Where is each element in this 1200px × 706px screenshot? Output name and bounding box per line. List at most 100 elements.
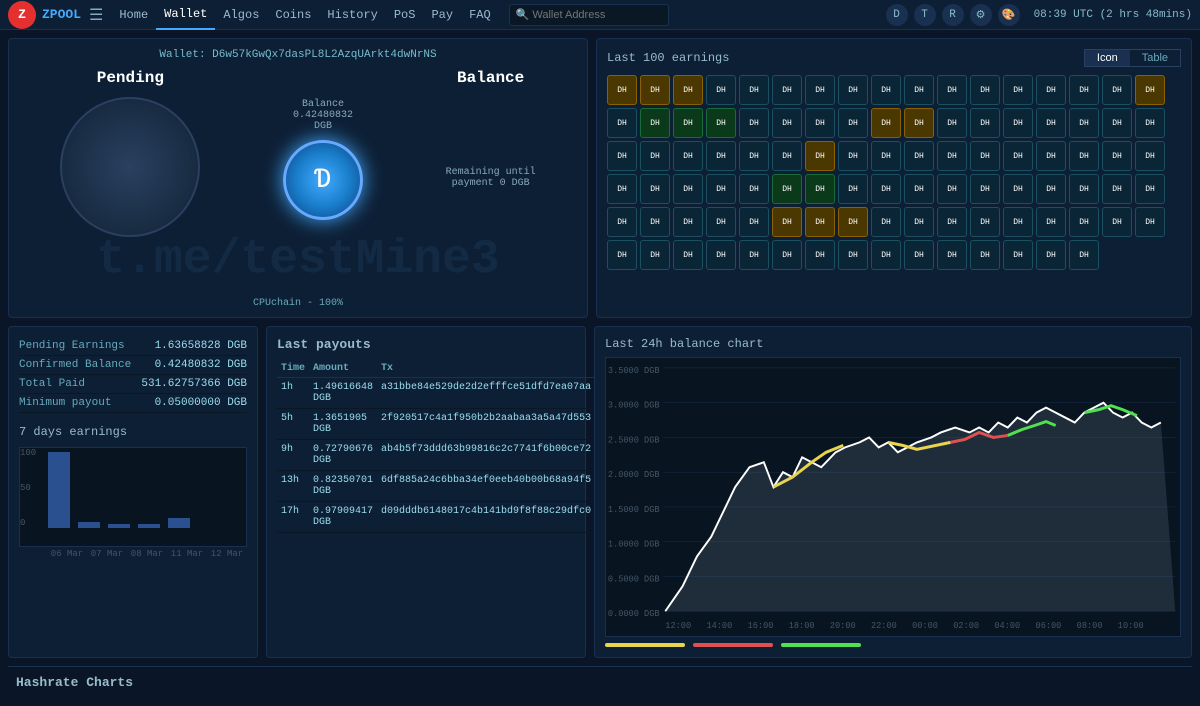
earning-cell: DH: [1003, 108, 1033, 138]
hashrate-section: Hashrate Charts: [8, 666, 1192, 698]
earning-cell: DH: [1069, 141, 1099, 171]
payout-row: 13h 0.82350701 DGB 6df885a24c6bba34ef0ee…: [277, 471, 595, 502]
earning-cell: DH: [673, 207, 703, 237]
nav-home[interactable]: Home: [111, 0, 156, 30]
bar-11mar: [138, 524, 160, 528]
brand-name: ZPOOL: [42, 7, 81, 22]
svg-text:2.5000 DGB: 2.5000 DGB: [608, 435, 660, 445]
site-logo: Z: [8, 1, 36, 29]
svg-text:08:00: 08:00: [1077, 621, 1103, 631]
earning-cell: DH: [805, 174, 835, 204]
earning-cell: DH: [673, 108, 703, 138]
row1: Wallet: D6w57kGwQx7dasPL8L2AzqUArkt4dwNr…: [8, 38, 1192, 318]
earning-cell: DH: [607, 75, 637, 105]
reddit-icon[interactable]: R: [942, 4, 964, 26]
svg-text:18:00: 18:00: [789, 621, 815, 631]
earning-cell: DH: [673, 174, 703, 204]
bar-07mar: [78, 522, 100, 528]
bar-08mar: [108, 524, 130, 528]
chart24-area: 3.5000 DGB 3.0000 DGB 2.5000 DGB 2.0000 …: [605, 357, 1181, 637]
earning-cell: DH: [904, 240, 934, 270]
table-view-button[interactable]: Table: [1130, 50, 1180, 66]
chart24-title: Last 24h balance chart: [605, 337, 1181, 351]
earning-cell: DH: [904, 174, 934, 204]
earning-cell: DH: [904, 75, 934, 105]
chart-7d: 100 50 0: [19, 447, 247, 547]
x-label-06mar: 06 Mar: [51, 549, 83, 559]
earning-cell: DH: [706, 75, 736, 105]
nav-faq[interactable]: FAQ: [461, 0, 499, 30]
earning-cell: DH: [1036, 75, 1066, 105]
nav-coins[interactable]: Coins: [267, 0, 319, 30]
payouts-title: Last payouts: [277, 337, 575, 352]
earning-cell: DH: [904, 108, 934, 138]
nav-links: Home Wallet Algos Coins History PoS Pay …: [111, 0, 498, 30]
earning-cell: DH: [1003, 207, 1033, 237]
earning-cell: DH: [1135, 108, 1165, 138]
col-tx: Tx: [377, 360, 595, 378]
earning-cell: DH: [706, 174, 736, 204]
nav-pos[interactable]: PoS: [386, 0, 424, 30]
earnings-header: Last 100 earnings Icon Table: [607, 49, 1181, 67]
earning-cell: DH: [805, 108, 835, 138]
payout-time-1: 5h: [277, 409, 309, 440]
earning-cell: DH: [937, 207, 967, 237]
svg-text:1.0000 DGB: 1.0000 DGB: [608, 540, 660, 550]
earning-cell: DH: [838, 240, 868, 270]
icon-view-button[interactable]: Icon: [1085, 50, 1130, 66]
balance-info: Balance 0.42480832 DGB: [293, 99, 353, 132]
discord-icon[interactable]: D: [886, 4, 908, 26]
x-label-07mar: 07 Mar: [91, 549, 123, 559]
stat-row: Pending Earnings1.63658828 DGB: [19, 337, 247, 356]
earning-cell: DH: [838, 207, 868, 237]
search-input[interactable]: [532, 9, 662, 21]
nav-history[interactable]: History: [319, 0, 385, 30]
nav-algos[interactable]: Algos: [215, 0, 267, 30]
view-toggle: Icon Table: [1084, 49, 1181, 67]
earning-cell: DH: [1102, 141, 1132, 171]
navbar: Z ZPOOL ☰ Home Wallet Algos Coins Histor…: [0, 0, 1200, 30]
payouts-panel: Last payouts Time Amount Tx 1h 1.4961664…: [266, 326, 586, 658]
earning-cell: DH: [805, 207, 835, 237]
balance-section: Balance 0.42480832 DGB Ɗ: [283, 69, 363, 220]
svg-text:10:00: 10:00: [1118, 621, 1144, 631]
payout-amount-3: 0.82350701 DGB: [309, 471, 377, 502]
earnings-panel: Last 100 earnings Icon Table DHDHDHDHDHD…: [596, 38, 1192, 318]
svg-text:16:00: 16:00: [748, 621, 774, 631]
earning-cell: DH: [772, 75, 802, 105]
x-label-12mar: 12 Mar: [211, 549, 243, 559]
earning-cell: DH: [1135, 207, 1165, 237]
earning-cell: DH: [937, 75, 967, 105]
twitter-icon[interactable]: T: [914, 4, 936, 26]
stat-value-3: 0.05000000 DGB: [155, 397, 247, 409]
earning-cell: DH: [772, 108, 802, 138]
earning-cell: DH: [970, 207, 1000, 237]
earning-cell: DH: [1102, 174, 1132, 204]
stat-value-0: 1.63658828 DGB: [155, 340, 247, 352]
earning-cell: DH: [1036, 141, 1066, 171]
earning-cell: DH: [970, 174, 1000, 204]
earning-cell: DH: [1036, 108, 1066, 138]
palette-icon[interactable]: 🎨: [998, 4, 1020, 26]
nav-wallet[interactable]: Wallet: [156, 0, 215, 30]
earning-cell: DH: [739, 174, 769, 204]
earning-cell: DH: [937, 240, 967, 270]
search-icon: 🔍: [516, 8, 530, 22]
payout-row: 17h 0.97909417 DGB d09dddb6148017c4b141b…: [277, 502, 595, 533]
nav-pay[interactable]: Pay: [423, 0, 461, 30]
earning-cell: DH: [937, 108, 967, 138]
earning-cell: DH: [607, 207, 637, 237]
payout-row: 1h 1.49616648 DGB a31bbe84e529de2d2efffc…: [277, 378, 595, 409]
svg-text:22:00: 22:00: [871, 621, 897, 631]
earning-cell: DH: [607, 108, 637, 138]
earning-cell: DH: [673, 75, 703, 105]
earning-cell: DH: [1069, 75, 1099, 105]
hamburger-icon[interactable]: ☰: [89, 5, 103, 25]
payouts-tbody: 1h 1.49616648 DGB a31bbe84e529de2d2efffc…: [277, 378, 595, 533]
earning-cell: DH: [706, 141, 736, 171]
earning-cell: DH: [1003, 240, 1033, 270]
stat-value-2: 531.62757366 DGB: [141, 378, 247, 390]
settings-icon[interactable]: ⚙: [970, 4, 992, 26]
earning-cell: DH: [607, 174, 637, 204]
legend-yellow: [605, 643, 685, 647]
